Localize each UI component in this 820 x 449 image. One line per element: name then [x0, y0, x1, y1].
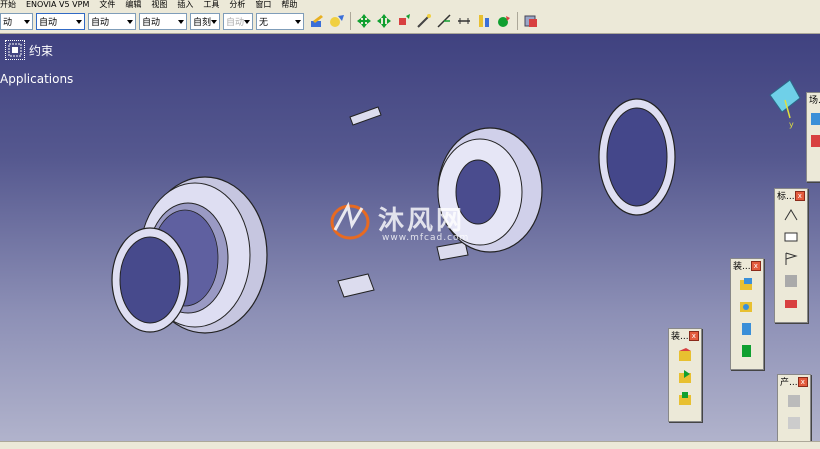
palette-annotation[interactable]: 标... x [774, 188, 808, 323]
watermark-title: 沐风网 [378, 206, 466, 236]
palette-assembly-features[interactable]: 装... x [730, 258, 764, 370]
close-icon[interactable]: x [794, 190, 805, 201]
close-icon[interactable]: x [797, 376, 808, 387]
compass-icon[interactable] [769, 79, 801, 119]
palette-titlebar[interactable]: 装... x [669, 329, 701, 342]
weld-icon[interactable] [782, 206, 800, 224]
remove-icon[interactable] [738, 342, 756, 360]
close-icon[interactable]: x [750, 260, 761, 271]
pocket-icon[interactable] [738, 320, 756, 338]
axis-y-label: y [789, 120, 794, 129]
palette-product[interactable]: 产... x [777, 374, 811, 449]
section-icon[interactable] [782, 294, 800, 312]
new-product-icon[interactable] [676, 368, 694, 386]
palette-assembly[interactable]: 装... x [668, 328, 702, 422]
close-icon[interactable]: x [688, 330, 699, 341]
scene-edit-icon[interactable] [808, 132, 820, 150]
watermark-logo-icon [330, 201, 370, 240]
palette-scene[interactable]: 场... [806, 92, 820, 182]
new-component-icon[interactable] [676, 346, 694, 364]
flag-note-icon[interactable] [782, 250, 800, 268]
new-part-icon[interactable] [676, 390, 694, 408]
key-piece-bottom[interactable] [337, 273, 375, 298]
bottom-toolbar [0, 441, 820, 449]
synchronizer-ring-left[interactable] [111, 227, 189, 333]
palette-titlebar[interactable]: 产... x [778, 375, 810, 388]
hole-icon[interactable] [738, 298, 756, 316]
palette-titlebar[interactable]: 装... x [731, 259, 763, 272]
palette-titlebar[interactable]: 标... x [775, 189, 807, 202]
watermark-url: www.mfcad.com [382, 233, 470, 243]
key-piece-top[interactable] [349, 106, 382, 126]
synchronizer-ring-right[interactable] [598, 98, 676, 216]
key-piece-middle[interactable] [436, 241, 469, 261]
product-structure-icon[interactable] [785, 392, 803, 410]
text-annotation-icon[interactable] [782, 228, 800, 246]
replace-component-icon[interactable] [785, 414, 803, 432]
view-icon[interactable] [782, 272, 800, 290]
palette-titlebar[interactable]: 场... [807, 93, 820, 106]
split-icon[interactable] [738, 276, 756, 294]
scene-icon[interactable] [808, 110, 820, 128]
